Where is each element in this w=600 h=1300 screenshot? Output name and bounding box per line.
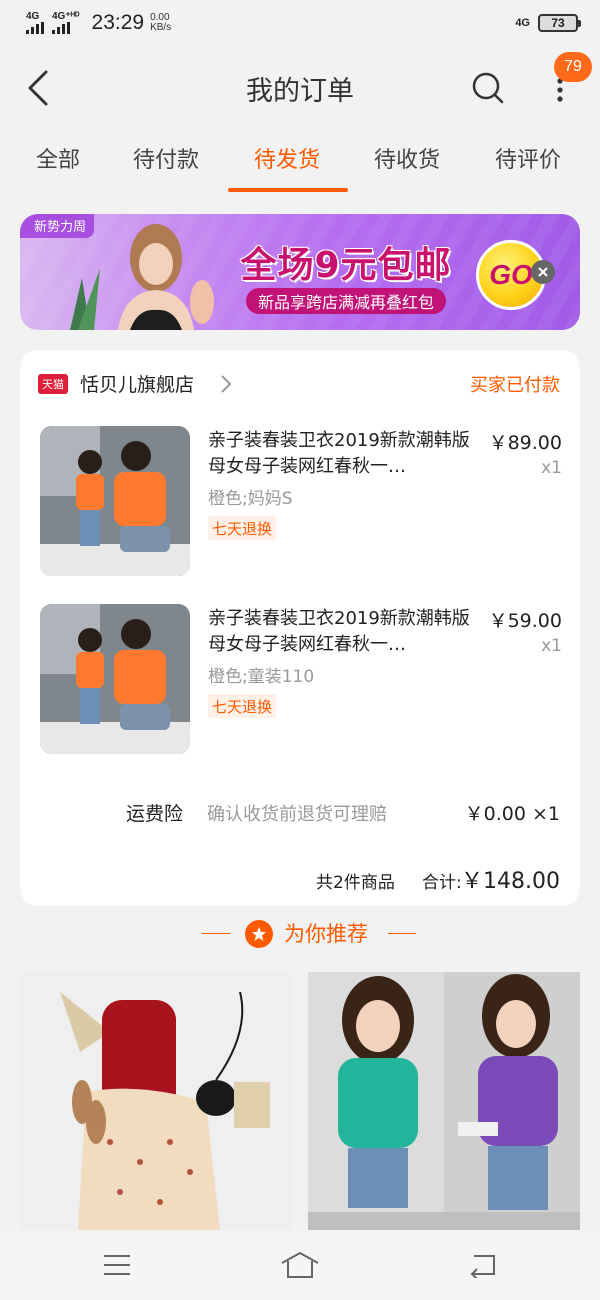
product-thumbnail: [40, 426, 190, 576]
search-button[interactable]: [468, 68, 508, 108]
order-item[interactable]: 亲子装春装卫衣2019新款潮韩版母女母子装网红春秋一… 橙色;童装110 七天退…: [20, 604, 580, 756]
home-icon: [281, 1251, 319, 1278]
divider: [388, 933, 416, 934]
tab-all[interactable]: 全部: [36, 142, 80, 182]
menu-icon: [104, 1255, 130, 1275]
product-title: 亲子装春装卫衣2019新款潮韩版母女母子装网红春秋一…: [208, 608, 470, 655]
return-policy-tag: 七天退换: [208, 516, 277, 540]
product-price: ￥59.00: [488, 610, 562, 632]
signal-indicator-2: 4G⁺ᴴᴰ: [52, 12, 80, 34]
total-label: 合计:: [422, 873, 462, 893]
tab-pending-review[interactable]: 待评价: [495, 142, 561, 182]
signal-label: 4G⁺ᴴᴰ: [52, 11, 80, 22]
star-icon: [245, 920, 273, 948]
insurance-label: 运费险: [126, 803, 184, 825]
recommended-product-2[interactable]: [308, 972, 580, 1230]
banner-close-button[interactable]: [531, 260, 555, 284]
search-icon: [472, 72, 504, 104]
tab-pending-payment[interactable]: 待付款: [133, 142, 199, 182]
shop-header: 天猫 恬贝儿旗舰店 买家已付款: [20, 364, 580, 404]
promo-banner[interactable]: 新势力周 全场9元包邮 新品享跨店满减再叠红包 GO: [20, 214, 580, 330]
clock: 23:29: [91, 11, 145, 34]
active-tab-indicator: [228, 188, 348, 192]
recommended-product-1[interactable]: [20, 972, 292, 1230]
status-bar: 4G 4G⁺ᴴᴰ 23:29 0.00 KB/s 4G 73: [0, 0, 600, 46]
recommend-title: 为你推荐: [284, 922, 368, 946]
item-count: 共2件商品: [316, 873, 395, 893]
shop-name[interactable]: 恬贝儿旗舰店: [80, 370, 194, 397]
network-speed: 0.00 KB/s: [150, 13, 171, 33]
tab-pending-shipment[interactable]: 待发货: [254, 142, 320, 182]
product-title: 亲子装春装卫衣2019新款潮韩版母女母子装网红春秋一…: [208, 430, 470, 477]
shipping-insurance-row: 运费险 确认收货前退货可理赔 ￥0.00 ×1: [20, 796, 580, 828]
page-title: 我的订单: [246, 75, 354, 107]
divider: [202, 933, 230, 934]
order-total-row: 共2件商品 合计: ￥148.00: [20, 862, 580, 894]
tmall-badge: 天猫: [38, 374, 68, 394]
banner-model-image: [70, 224, 214, 330]
menu-button[interactable]: [97, 1248, 137, 1282]
speed-unit: KB/s: [150, 22, 172, 33]
tab-pending-receipt[interactable]: 待收货: [374, 142, 440, 182]
order-item[interactable]: 亲子装春装卫衣2019新款潮韩版母女母子装网红春秋一… 橙色;妈妈S 七天退换 …: [20, 426, 580, 578]
network-type: 4G: [515, 17, 530, 29]
signal-label: 4G: [26, 11, 40, 22]
return-icon: [470, 1255, 495, 1278]
back-button[interactable]: [20, 68, 56, 108]
recommend-header: 为你推荐: [0, 912, 600, 956]
message-badge[interactable]: 79: [554, 52, 592, 82]
top-nav: 我的订单: [0, 52, 600, 124]
product-image: [20, 972, 292, 1230]
battery-icon: 73: [538, 14, 581, 32]
product-sku: 橙色;妈妈S: [208, 489, 293, 509]
insurance-price: ￥0.00 ×1: [464, 803, 560, 825]
total-amount: ￥148.00: [461, 869, 560, 894]
system-nav-bar: [0, 1232, 600, 1300]
banner-subtitle: 新品享跨店满减再叠红包: [246, 288, 447, 314]
product-quantity: x1: [541, 636, 562, 656]
product-sku: 橙色;童装110: [208, 667, 315, 687]
chevron-left-icon: [28, 70, 48, 106]
order-status: 买家已付款: [470, 375, 560, 396]
close-icon: [538, 267, 548, 277]
home-button[interactable]: [280, 1248, 320, 1282]
product-quantity: x1: [541, 458, 562, 478]
order-card: 天猫 恬贝儿旗舰店 买家已付款 亲子装春装卫衣2019新款潮韩版母女母子装网红春…: [20, 350, 580, 906]
order-tabs: 全部 待付款 待发货 待收货 待评价: [0, 130, 600, 194]
chevron-right-icon[interactable]: [218, 372, 234, 396]
back-nav-button[interactable]: [462, 1248, 502, 1282]
return-policy-tag: 七天退换: [208, 694, 277, 718]
insurance-description: 确认收货前退货可理赔: [207, 804, 387, 825]
product-image: [308, 972, 580, 1230]
battery-level: 73: [551, 16, 565, 30]
signal-indicator-1: 4G: [26, 12, 44, 34]
product-thumbnail: [40, 604, 190, 754]
status-right: 4G 73: [515, 14, 581, 32]
product-price: ￥89.00: [488, 432, 562, 454]
signal-icon: [26, 22, 44, 34]
signal-icon: [52, 22, 70, 34]
banner-headline: 全场9元包邮: [240, 245, 452, 286]
